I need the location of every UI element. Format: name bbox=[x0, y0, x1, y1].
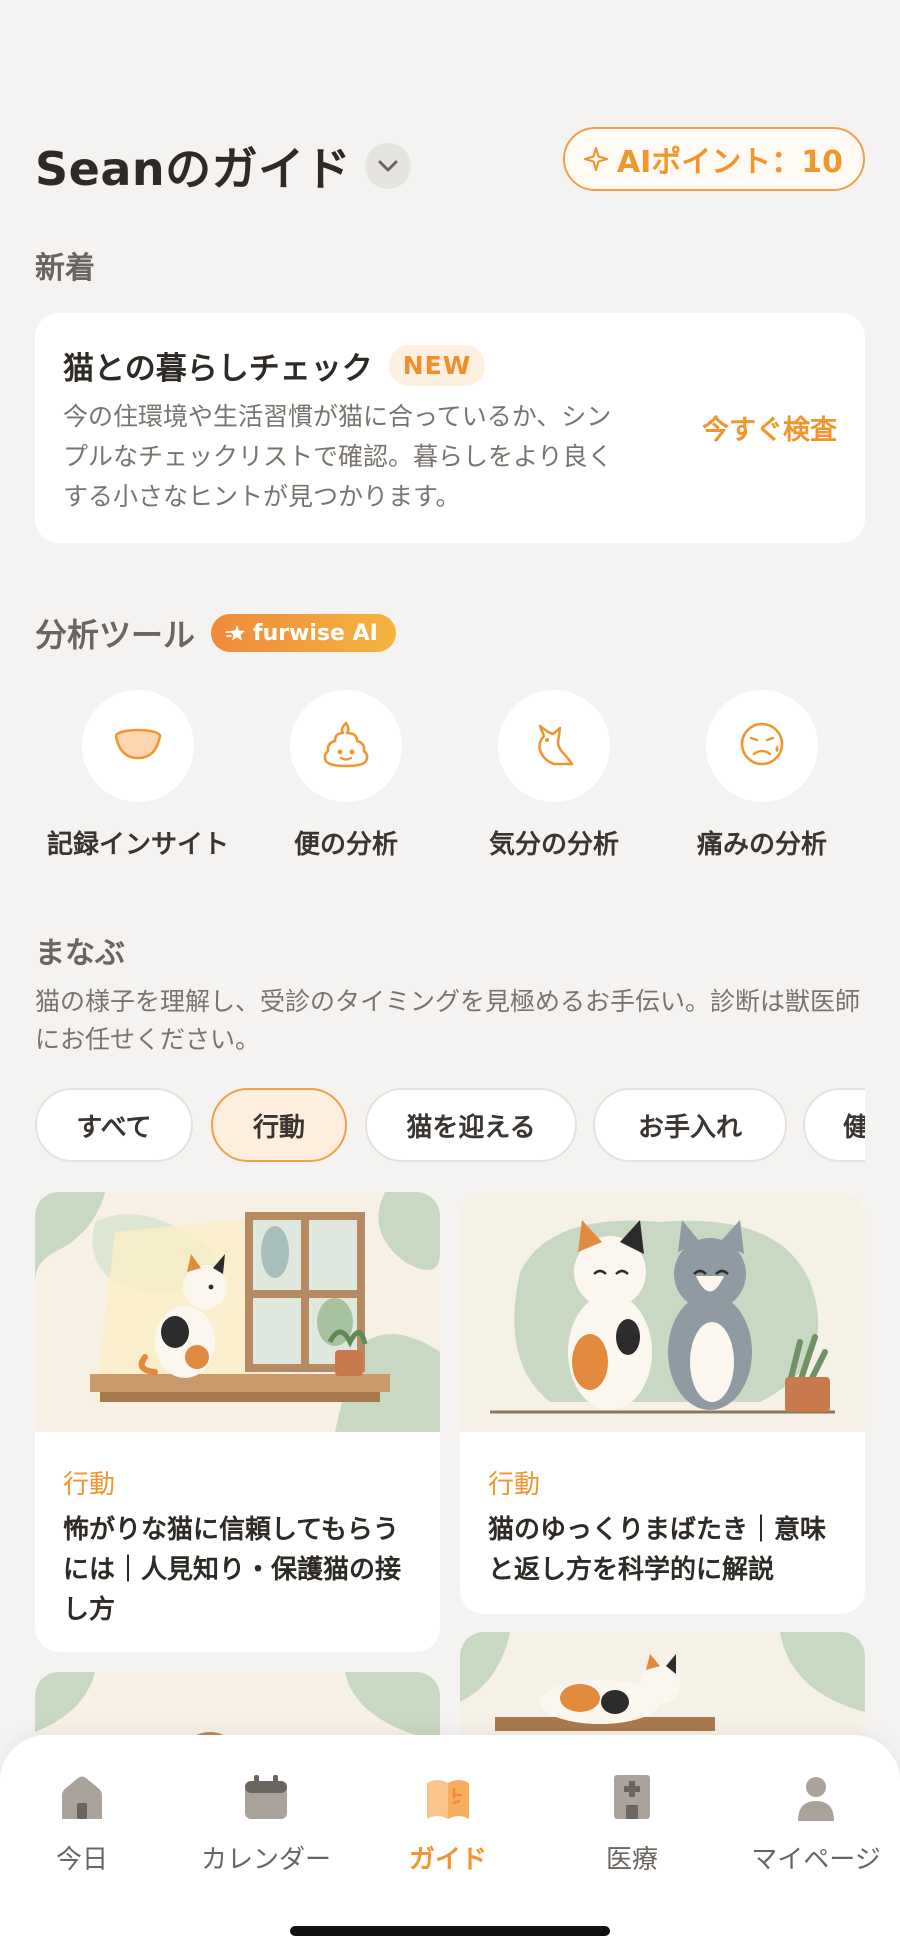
sparkle-icon bbox=[583, 146, 609, 172]
tool-label: 痛みの分析 bbox=[696, 830, 827, 860]
tool-icon-circle bbox=[82, 690, 194, 802]
poop-icon bbox=[319, 719, 373, 773]
article-card[interactable]: 行動 怖がりな猫に信頼してもらうには｜人見知り・保護猫の接し方 bbox=[35, 1192, 440, 1652]
nav-item-guide[interactable]: ガイド bbox=[358, 1767, 538, 1876]
article-category: 行動 bbox=[63, 1470, 116, 1500]
living-check-card[interactable]: 猫との暮らしチェック NEW 今の住環境や生活習慣が猫に合っているか、シンプルな… bbox=[35, 313, 865, 543]
furwise-ai-badge: furwise AI bbox=[211, 614, 396, 652]
nav-label: ガイド bbox=[408, 1845, 487, 1875]
bottom-navigation: 今日 カレンダー ガイド 医療 マイページ bbox=[0, 1735, 900, 1957]
tool-icon-circle bbox=[290, 690, 402, 802]
guide-title-selector[interactable]: Seanのガイド bbox=[35, 133, 412, 199]
chip-behavior[interactable]: 行動 bbox=[211, 1088, 347, 1162]
chevron-down-icon[interactable] bbox=[365, 143, 412, 189]
ai-points-button[interactable]: AIポイント：10 bbox=[562, 127, 865, 191]
tool-mood-analysis[interactable]: 気分の分析 bbox=[454, 690, 654, 861]
chip-welcome-cat[interactable]: 猫を迎える bbox=[365, 1088, 577, 1162]
nav-label: マイページ bbox=[751, 1845, 881, 1875]
nav-label: 医療 bbox=[605, 1845, 658, 1875]
article-thumbnail bbox=[35, 1192, 440, 1432]
nav-item-today[interactable]: 今日 bbox=[0, 1767, 172, 1876]
learn-description: 猫の様子を理解し、受診のタイミングを見極めるお手伝い。診断は獣医師にお任せくださ… bbox=[35, 987, 861, 1054]
pain-face-icon bbox=[737, 719, 787, 773]
page-title: Seanのガイド bbox=[35, 142, 352, 196]
article-card[interactable]: 行動 猫のゆっくりまばたき｜意味と返し方を科学的に解説 bbox=[460, 1192, 865, 1614]
category-chips: すべて 行動 猫を迎える お手入れ 健 bbox=[35, 1088, 865, 1164]
card-title-row: 猫との暮らしチェック NEW bbox=[63, 343, 486, 388]
tool-icon-circle bbox=[706, 690, 818, 802]
tools-header: 分析ツール furwise AI bbox=[35, 610, 396, 656]
card-description: 今の住環境や生活習慣が猫に合っているか、シンプルなチェックリストで確認。暮らしを… bbox=[63, 402, 613, 511]
ai-badge-label: furwise AI bbox=[253, 620, 378, 646]
bowl-icon bbox=[112, 726, 164, 766]
tools-section-label: 分析ツール bbox=[35, 616, 196, 654]
hospital-icon bbox=[542, 1767, 722, 1821]
book-icon bbox=[358, 1767, 538, 1821]
article-thumbnail bbox=[460, 1192, 865, 1432]
calendar-icon bbox=[176, 1767, 356, 1821]
cat-mood-icon bbox=[528, 718, 580, 774]
tool-stool-analysis[interactable]: 便の分析 bbox=[246, 690, 446, 861]
header: Seanのガイド AIポイント：10 bbox=[35, 125, 865, 196]
chip-all[interactable]: すべて bbox=[35, 1088, 193, 1162]
nav-item-medical[interactable]: 医療 bbox=[542, 1767, 722, 1876]
tool-label: 気分の分析 bbox=[488, 830, 619, 860]
nav-label: 今日 bbox=[55, 1845, 108, 1875]
tool-record-insight[interactable]: 記録インサイト bbox=[38, 690, 238, 861]
new-section-label: 新着 bbox=[35, 251, 95, 286]
tool-label: 便の分析 bbox=[293, 830, 398, 860]
ai-points-label: AIポイント：10 bbox=[616, 145, 843, 180]
star-icon bbox=[225, 624, 247, 642]
article-category: 行動 bbox=[488, 1470, 541, 1500]
check-now-link[interactable]: 今すぐ検査 bbox=[702, 408, 837, 447]
tool-icon-circle bbox=[498, 690, 610, 802]
article-title: 猫のゆっくりまばたき｜意味と返し方を科学的に解説 bbox=[488, 1515, 827, 1585]
nav-item-mypage[interactable]: マイページ bbox=[726, 1767, 900, 1876]
nav-item-calendar[interactable]: カレンダー bbox=[176, 1767, 356, 1876]
new-badge: NEW bbox=[388, 345, 486, 386]
nav-label: カレンダー bbox=[200, 1845, 331, 1875]
card-title: 猫との暮らしチェック bbox=[63, 351, 373, 387]
guide-page: Seanのガイド AIポイント：10 新着 猫との暮らしチェック NEW 今の住… bbox=[0, 0, 900, 1957]
chip-care[interactable]: お手入れ bbox=[593, 1088, 787, 1162]
chip-health[interactable]: 健 bbox=[803, 1088, 865, 1162]
article-title: 怖がりな猫に信頼してもらうには｜人見知り・保護猫の接し方 bbox=[63, 1515, 402, 1625]
home-indicator[interactable] bbox=[290, 1926, 610, 1936]
house-icon bbox=[0, 1767, 172, 1821]
tool-label: 記録インサイト bbox=[46, 830, 229, 860]
tool-pain-analysis[interactable]: 痛みの分析 bbox=[662, 690, 862, 861]
learn-section-label: まなぶ bbox=[35, 936, 125, 971]
person-icon bbox=[726, 1767, 900, 1821]
